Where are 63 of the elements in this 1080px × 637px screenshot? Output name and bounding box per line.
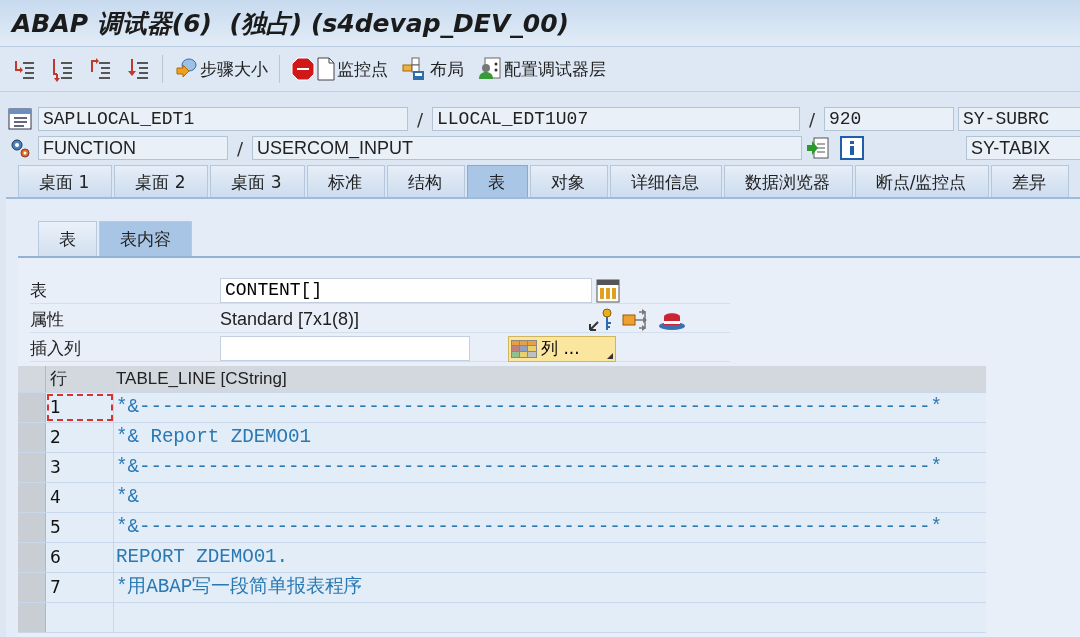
tab[interactable]: 对象 <box>529 165 608 197</box>
column-header[interactable]: TABLE_LINE [CString] <box>114 366 986 392</box>
text-field[interactable]: LLOCAL_EDT1U07 <box>432 107 800 131</box>
separator-text: / <box>235 137 245 159</box>
tab[interactable]: 差异 <box>991 165 1070 197</box>
tab[interactable]: 数据浏览器 <box>723 165 853 197</box>
tab[interactable]: 表 <box>38 221 97 256</box>
code-line: *& <box>115 485 140 510</box>
key-icon[interactable] <box>588 306 614 333</box>
separator-text: / <box>415 108 425 130</box>
table-name-field[interactable]: CONTENT[] <box>220 278 592 303</box>
code-line: *用ABAP写一段简单报表程序 <box>115 575 364 600</box>
field-label: 属性 <box>30 308 65 331</box>
user-settings-icon <box>478 56 502 82</box>
text-field[interactable]: SAPLLOCAL_EDT1 <box>38 107 408 131</box>
step-over-icon[interactable] <box>51 56 75 82</box>
toolbar-button[interactable]: 配置调试器层 <box>473 56 611 82</box>
line-number: 3 <box>46 453 114 482</box>
separator-text: / <box>807 108 817 130</box>
continue-icon[interactable] <box>127 56 151 82</box>
text-field[interactable]: FUNCTION <box>38 136 228 160</box>
tab[interactable]: 详细信息 <box>609 165 722 197</box>
columns-button[interactable]: 列 ... <box>508 335 616 362</box>
code-line: *&---------------------------------------------------------------------* <box>115 515 943 540</box>
toolbar-button[interactable]: 布局 <box>397 56 469 82</box>
tab[interactable]: 标准 <box>306 165 385 197</box>
line-number: 5 <box>46 513 114 542</box>
tab[interactable]: 结构 <box>386 165 465 197</box>
return-icon[interactable] <box>89 56 113 82</box>
info-icon[interactable] <box>840 136 864 160</box>
tab[interactable]: 表 <box>466 165 528 197</box>
tab[interactable]: 桌面 3 <box>210 165 305 197</box>
insert-column-field[interactable] <box>220 336 470 361</box>
stop-icon[interactable] <box>291 57 315 81</box>
window-title: ABAP 调试器(6) (独占) (s4devap_DEV_00) <box>12 7 569 40</box>
text-field[interactable]: 920 <box>824 107 954 131</box>
line-number: 7 <box>46 573 114 602</box>
text-field[interactable]: SY-TABIX <box>966 136 1080 160</box>
code-line: *&---------------------------------------------------------------------* <box>115 395 943 420</box>
code-line: REPORT ZDEMO01. <box>115 545 290 570</box>
field-label: 表 <box>30 279 48 302</box>
line-number: 6 <box>46 543 114 572</box>
line-number: 2 <box>46 423 114 452</box>
goto-icon[interactable] <box>806 136 830 160</box>
line-number: 1 <box>46 393 114 422</box>
program-icon <box>8 107 34 131</box>
tab[interactable]: 桌面 2 <box>114 165 209 197</box>
document-icon <box>317 57 335 81</box>
table-icon[interactable] <box>596 278 620 303</box>
code-line: *&---------------------------------------------------------------------* <box>115 455 943 480</box>
text-field[interactable]: SY-SUBRC <box>958 107 1080 131</box>
text-field[interactable]: USERCOM_INPUT <box>252 136 802 160</box>
toolbar-button[interactable]: 监控点 <box>286 57 393 81</box>
code-line: *& Report ZDEMO01 <box>115 425 312 450</box>
tab[interactable]: 断点/监控点 <box>854 165 990 197</box>
toolbar-button[interactable]: 步骤大小 <box>169 56 273 82</box>
tab[interactable]: 桌面 1 <box>18 165 113 197</box>
field-label: 插入列 <box>30 337 82 360</box>
grid-icon <box>511 339 537 358</box>
tab[interactable]: 表内容 <box>99 221 192 256</box>
line-number: 4 <box>46 483 114 512</box>
column-header[interactable]: 行 <box>46 366 114 392</box>
attributes-value: Standard [7x1(8)] <box>220 309 361 330</box>
